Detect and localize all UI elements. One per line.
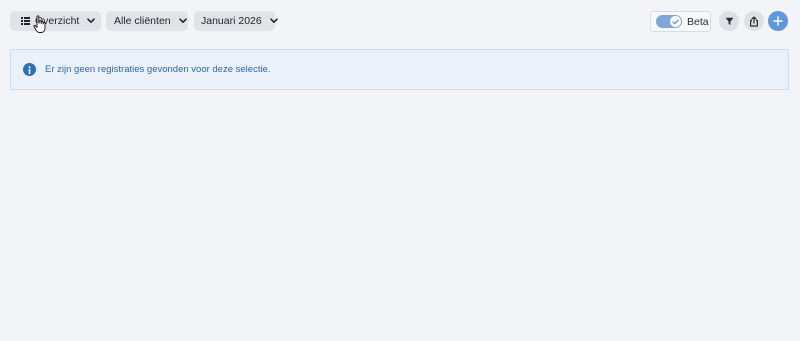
- beta-switch[interactable]: [656, 15, 682, 28]
- chevron-down-icon: [87, 18, 96, 24]
- filter-button[interactable]: [719, 11, 739, 31]
- plus-icon: [773, 16, 783, 26]
- share-button[interactable]: [744, 11, 764, 31]
- filter-icon: [725, 17, 733, 25]
- toolbar: Overzicht Alle cliënten Januari 2026 Bet…: [0, 0, 800, 42]
- switch-knob: [670, 16, 681, 27]
- add-button[interactable]: [768, 11, 788, 31]
- client-select-label: Alle cliënten: [114, 15, 171, 27]
- share-icon: [750, 15, 758, 27]
- list-icon: [21, 17, 30, 25]
- chevron-down-icon: [269, 18, 278, 24]
- view-select[interactable]: Overzicht: [10, 11, 101, 31]
- info-icon: [23, 63, 36, 76]
- client-select[interactable]: Alle cliënten: [106, 11, 188, 31]
- period-select-label: Januari 2026: [201, 15, 262, 27]
- beta-label: Beta: [687, 15, 709, 28]
- beta-toggle[interactable]: Beta: [650, 11, 711, 32]
- view-select-label: Overzicht: [35, 15, 80, 27]
- period-select[interactable]: Januari 2026: [194, 11, 278, 31]
- alert-message: Er zijn geen registraties gevonden voor …: [45, 64, 271, 75]
- empty-state-alert: Er zijn geen registraties gevonden voor …: [10, 49, 789, 90]
- chevron-down-icon: [178, 18, 187, 24]
- check-icon: [672, 19, 679, 24]
